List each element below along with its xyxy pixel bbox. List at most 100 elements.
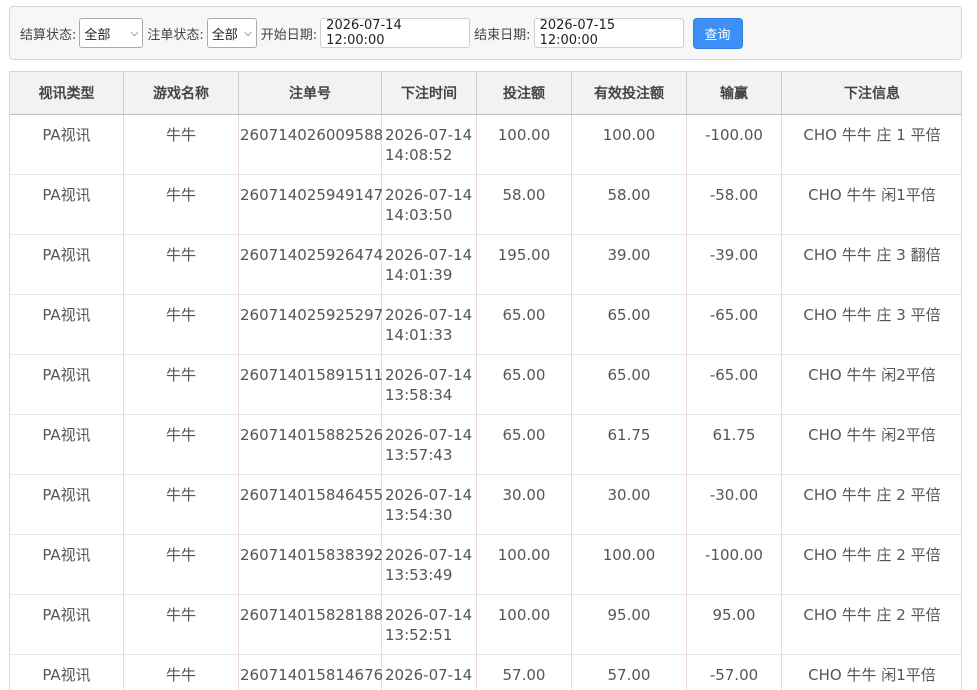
video-type-cell: PA视讯 (10, 414, 124, 475)
video-type-cell: PA视讯 (10, 354, 124, 415)
bet-date: 2026-07-14 (385, 306, 473, 324)
order-status-label: 注单状态: (147, 27, 204, 43)
bet-time-cell: 2026-07-14 13:58:34 (381, 354, 477, 415)
bet-amount-cell: 100.00 (476, 534, 572, 595)
win-loss-cell: -57.00 (686, 654, 782, 690)
video-type-cell: PA视讯 (10, 174, 124, 235)
column-header: 投注额 (476, 72, 572, 115)
settle-status-value: 全部 (84, 27, 111, 43)
valid-bet-cell: 61.75 (571, 414, 687, 475)
settle-status-select[interactable]: 全部 ⌵ (79, 18, 144, 48)
game-name-cell: 牛牛 (123, 354, 239, 415)
start-date-input[interactable]: 2026-07-14 12:00:00 (320, 18, 471, 48)
valid-bet-cell: 30.00 (571, 474, 687, 535)
bet-info-cell: CHO 牛牛 闲1平倍 (781, 174, 961, 235)
bet-amount-cell: 57.00 (476, 654, 572, 690)
end-date-input[interactable]: 2026-07-15 12:00:00 (533, 18, 684, 48)
bet-date: 2026-07-14 (385, 366, 473, 384)
bet-clock-time: 14:08:52 (385, 146, 453, 164)
game-name-cell: 牛牛 (123, 114, 239, 175)
column-header: 游戏名称 (123, 72, 239, 115)
chevron-down-icon: ⌵ (130, 27, 139, 39)
bet-time-cell: 2026-07-14 13:52:51 (381, 594, 477, 655)
bet-date: 2026-07-14 (385, 666, 473, 684)
bet-time-cell: 2026-07-14 14:01:39 (381, 234, 477, 295)
win-loss-cell: 61.75 (686, 414, 782, 475)
video-type-cell: PA视讯 (10, 114, 124, 175)
order-number-cell: 260714015882526 (238, 414, 383, 475)
table-row: PA视讯 牛牛 260714015838392 2026-07-14 13:53:49 1… (10, 534, 961, 595)
bet-time-cell: 2026-07-14 13:57:43 (381, 414, 477, 475)
bet-amount-cell: 100.00 (476, 114, 572, 175)
bet-date: 2026-07-14 (385, 486, 473, 504)
table-row: PA视讯 牛牛 260714015814676 2026-07-14 57.00 57.0… (10, 654, 961, 690)
bet-amount-cell: 30.00 (476, 474, 572, 535)
column-header: 有效投注额 (571, 72, 687, 115)
bet-amount-cell: 65.00 (476, 414, 572, 475)
table-row: PA视讯 牛牛 260714025949147 2026-07-14 14:03:50 5… (10, 174, 961, 235)
valid-bet-cell: 65.00 (571, 294, 687, 355)
start-date-label: 开始日期: (260, 27, 318, 43)
bet-time-cell: 2026-07-14 14:03:50 (381, 174, 477, 235)
bet-info-cell: CHO 牛牛 庄 3 平倍 (781, 294, 961, 355)
video-type-cell: PA视讯 (10, 474, 124, 535)
table-row: PA视讯 牛牛 260714026009588 2026-07-14 14:08:52 1… (10, 114, 961, 175)
bet-amount-cell: 58.00 (476, 174, 572, 235)
bet-clock-time: 13:54:30 (385, 506, 453, 524)
valid-bet-cell: 58.00 (571, 174, 687, 235)
bet-date: 2026-07-14 (385, 426, 473, 444)
bet-info-cell: CHO 牛牛 闲2平倍 (781, 354, 961, 415)
bet-info-cell: CHO 牛牛 庄 2 平倍 (781, 474, 961, 535)
bet-info-cell: CHO 牛牛 庄 1 平倍 (781, 114, 961, 175)
bet-info-cell: CHO 牛牛 闲2平倍 (781, 414, 961, 475)
video-type-cell: PA视讯 (10, 594, 124, 655)
bet-clock-time: 14:01:39 (385, 266, 453, 284)
win-loss-cell: -39.00 (686, 234, 782, 295)
video-type-cell: PA视讯 (10, 234, 124, 295)
order-number-cell: 260714015814676 (238, 654, 383, 690)
order-number-cell: 260714015891511 (238, 354, 383, 415)
order-number-cell: 260714015828188 (238, 594, 383, 655)
bet-amount-cell: 195.00 (476, 234, 572, 295)
bet-clock-time: 13:53:49 (385, 566, 453, 584)
bet-time-cell: 2026-07-14 13:53:49 (381, 534, 477, 595)
table-row: PA视讯 牛牛 260714015828188 2026-07-14 13:52:51 1… (10, 594, 961, 655)
bet-date: 2026-07-14 (385, 546, 473, 564)
bet-time-cell: 2026-07-14 14:01:33 (381, 294, 477, 355)
order-status-value: 全部 (211, 27, 238, 43)
table-row: PA视讯 牛牛 260714015891511 2026-07-14 13:58:34 6… (10, 354, 961, 415)
bet-info-cell: CHO 牛牛 闲1平倍 (781, 654, 961, 690)
valid-bet-cell: 100.00 (571, 534, 687, 595)
table-row: PA视讯 牛牛 260714015882526 2026-07-14 13:57:43 6… (10, 414, 961, 475)
game-name-cell: 牛牛 (123, 654, 239, 690)
bet-info-cell: CHO 牛牛 庄 2 平倍 (781, 594, 961, 655)
win-loss-cell: -58.00 (686, 174, 782, 235)
end-date-label: 结束日期: (474, 27, 531, 43)
column-header: 下注时间 (381, 72, 477, 115)
bet-info-cell: CHO 牛牛 庄 3 翻倍 (781, 234, 961, 295)
order-number-cell: 260714026009588 (238, 114, 383, 175)
video-type-cell: PA视讯 (10, 294, 124, 355)
game-name-cell: 牛牛 (123, 234, 239, 295)
game-name-cell: 牛牛 (123, 534, 239, 595)
valid-bet-cell: 39.00 (571, 234, 687, 295)
valid-bet-cell: 57.00 (571, 654, 687, 690)
video-type-cell: PA视讯 (10, 534, 124, 595)
settle-status-label: 结算状态: (20, 27, 77, 43)
table-row: PA视讯 牛牛 260714015846455 2026-07-14 13:54:30 3… (10, 474, 961, 535)
order-status-select[interactable]: 全部 ⌵ (206, 18, 257, 48)
bet-date: 2026-07-14 (385, 606, 473, 624)
bet-date: 2026-07-14 (385, 186, 473, 204)
order-number-cell: 260714025925297 (238, 294, 383, 355)
bet-time-cell: 2026-07-14 13:54:30 (381, 474, 477, 535)
game-name-cell: 牛牛 (123, 474, 239, 535)
column-header: 视讯类型 (10, 72, 124, 115)
win-loss-cell: -65.00 (686, 294, 782, 355)
order-number-cell: 260714015838392 (238, 534, 383, 595)
bet-clock-time: 13:58:34 (385, 386, 453, 404)
win-loss-cell: -30.00 (686, 474, 782, 535)
column-header: 注单号 (238, 72, 382, 115)
chevron-down-icon: ⌵ (244, 27, 252, 39)
bet-amount-cell: 65.00 (476, 354, 572, 415)
query-button[interactable]: 查询 (692, 17, 743, 49)
